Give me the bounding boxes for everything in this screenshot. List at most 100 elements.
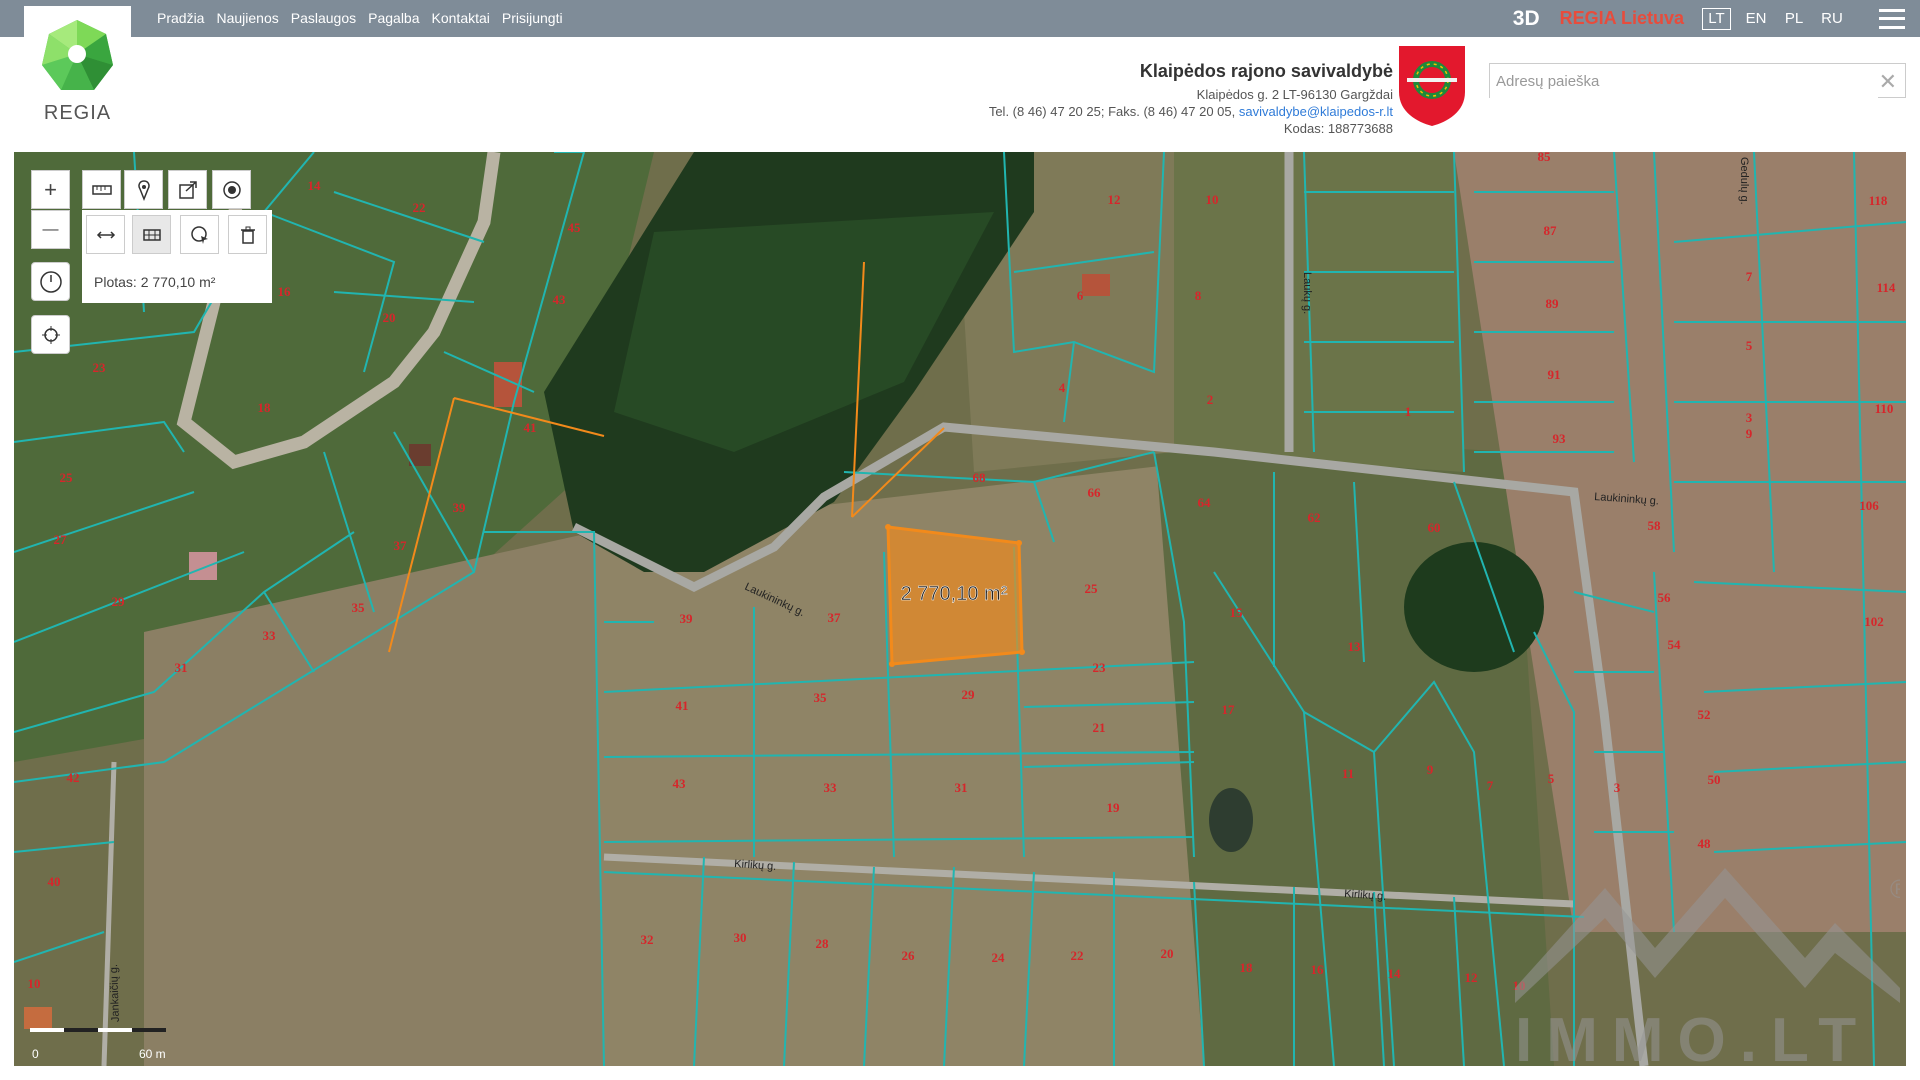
measure-length-button[interactable] <box>86 215 125 254</box>
select-parcel-button[interactable] <box>180 215 219 254</box>
municipality-address: Klaipėdos g. 2 LT-96130 Gargždai <box>1196 87 1393 102</box>
nav-item-paslaugos[interactable]: Paslaugos <box>291 10 356 26</box>
parcel-number: 3 <box>1614 780 1621 795</box>
zoom-in-button[interactable]: + <box>31 170 70 209</box>
crosshair-icon <box>41 325 60 344</box>
measure-distance-button[interactable] <box>82 170 121 209</box>
parcel-number: 3 <box>1746 410 1753 425</box>
parcel-number: 7 <box>1487 778 1494 793</box>
parcel-number: 68 <box>973 470 987 485</box>
parcel-number: 9 <box>1427 762 1434 777</box>
lang-en[interactable]: EN <box>1737 10 1775 27</box>
parcel-number: 91 <box>1548 367 1561 382</box>
parcel-number: 35 <box>814 690 828 705</box>
locate-me-button[interactable] <box>31 315 70 354</box>
parcel-number: 41 <box>676 698 689 713</box>
street-label: Jankaičių g. <box>108 964 122 1022</box>
measure-area-button[interactable] <box>132 215 171 254</box>
parcel-number: 20 <box>1161 946 1174 961</box>
parcel-number: 114 <box>1877 280 1896 295</box>
parcel-number: 93 <box>1553 431 1567 446</box>
municipality-email-link[interactable]: savivaldybe@klaipedos-r.lt <box>1239 104 1393 119</box>
parcel-number: 50 <box>1708 772 1721 787</box>
zoom-out-button[interactable]: — <box>31 210 70 249</box>
share-icon <box>178 180 197 199</box>
scale-end: 60 m <box>139 1047 166 1061</box>
parcel-number: 16 <box>278 284 292 299</box>
parcel-number: 17 <box>1222 702 1236 717</box>
view-3d-button[interactable]: 3D <box>1513 7 1540 31</box>
parcel-number: 20 <box>383 310 396 325</box>
parcel-number: 13 <box>1348 639 1362 654</box>
parcel-number: 21 <box>1093 720 1106 735</box>
close-icon[interactable]: ✕ <box>1879 69 1897 95</box>
parcel-number: 7 <box>1746 269 1753 284</box>
parcel-number: 39 <box>453 500 467 515</box>
parcel-number: 60 <box>1428 520 1441 535</box>
coat-of-arms-icon <box>1399 46 1465 126</box>
parcel-number: 62 <box>1308 510 1321 525</box>
parcel-number: 41 <box>524 420 537 435</box>
regia-logo[interactable]: REGIA <box>24 6 131 124</box>
target-button[interactable] <box>212 170 251 209</box>
parcel-number: 66 <box>1088 485 1102 500</box>
regia-logo-icon <box>42 20 113 90</box>
immo-watermark-text: IMMO.LT <box>1515 1006 1871 1075</box>
share-button[interactable] <box>168 170 207 209</box>
lang-pl[interactable]: PL <box>1775 10 1813 27</box>
parcel-number: 12 <box>1465 970 1478 985</box>
parcel-number: 6 <box>1077 288 1084 303</box>
parcel-number: 45 <box>568 220 582 235</box>
top-bar-right: 3D REGIA Lietuva LT EN PL RU <box>1513 0 1920 37</box>
parcel-number: 16 <box>1311 962 1325 977</box>
parcel-number: 35 <box>352 600 366 615</box>
delete-button[interactable] <box>228 215 267 254</box>
parcel-number: 10 <box>1206 192 1219 207</box>
municipality-info: Klaipėdos rajono savivaldybė Klaipėdos g… <box>989 60 1393 137</box>
parcel-number: 43 <box>553 292 567 307</box>
history-button[interactable] <box>31 262 70 301</box>
parcel-number: 106 <box>1859 498 1879 513</box>
parcel-number: 9 <box>1746 426 1753 441</box>
ruler-icon <box>91 184 112 195</box>
parcel-number: 1 <box>1405 404 1412 419</box>
lang-ru[interactable]: RU <box>1813 10 1851 27</box>
parcel-number: 26 <box>902 948 916 963</box>
record-icon <box>222 180 241 199</box>
parcel-number: 40 <box>48 874 61 889</box>
brand-link[interactable]: REGIA Lietuva <box>1560 8 1684 29</box>
parcel-number: 33 <box>824 780 838 795</box>
nav-item-pagalba[interactable]: Pagalba <box>368 10 419 26</box>
street-label: Laukų g. <box>1301 272 1313 314</box>
address-search: ✕ <box>1489 63 1906 99</box>
nav-item-prisijungti[interactable]: Prisijungti <box>502 10 563 26</box>
parcel-number: 56 <box>1658 590 1672 605</box>
parcel-number: 22 <box>1071 948 1084 963</box>
menu-icon[interactable] <box>1879 8 1905 29</box>
municipality-contacts: Tel. (8 46) 47 20 25; Faks. (8 46) 47 20… <box>989 103 1393 120</box>
nav-item-pradzia[interactable]: Pradžia <box>157 10 204 26</box>
parcel-number: 37 <box>394 538 408 553</box>
parcel-number: 28 <box>816 936 830 951</box>
nav-item-kontaktai[interactable]: Kontaktai <box>432 10 490 26</box>
parcel-number: 10 <box>28 976 41 991</box>
parcel-number: 14 <box>1388 966 1402 981</box>
parcel-number: 32 <box>641 932 654 947</box>
scale-start: 0 <box>32 1047 39 1061</box>
parcel-number: 31 <box>175 660 188 675</box>
search-input[interactable] <box>1490 64 1878 99</box>
parcel-number: 48 <box>1698 836 1712 851</box>
parcel-number: 31 <box>955 780 968 795</box>
parcel-number: 102 <box>1864 614 1884 629</box>
parcel-number: 64 <box>1198 495 1212 510</box>
nav-item-naujienos[interactable]: Naujienos <box>216 10 278 26</box>
parcel-number: 52 <box>1698 707 1711 722</box>
street-label: Gedulų g. <box>1738 157 1750 205</box>
place-marker-button[interactable] <box>124 170 163 209</box>
parcel-number: 30 <box>734 930 747 945</box>
parcel-number: 29 <box>112 594 126 609</box>
lang-lt[interactable]: LT <box>1702 7 1731 30</box>
parcel-number: 4 <box>1059 380 1066 395</box>
clock-icon <box>39 270 62 293</box>
parcel-number: 43 <box>673 776 687 791</box>
